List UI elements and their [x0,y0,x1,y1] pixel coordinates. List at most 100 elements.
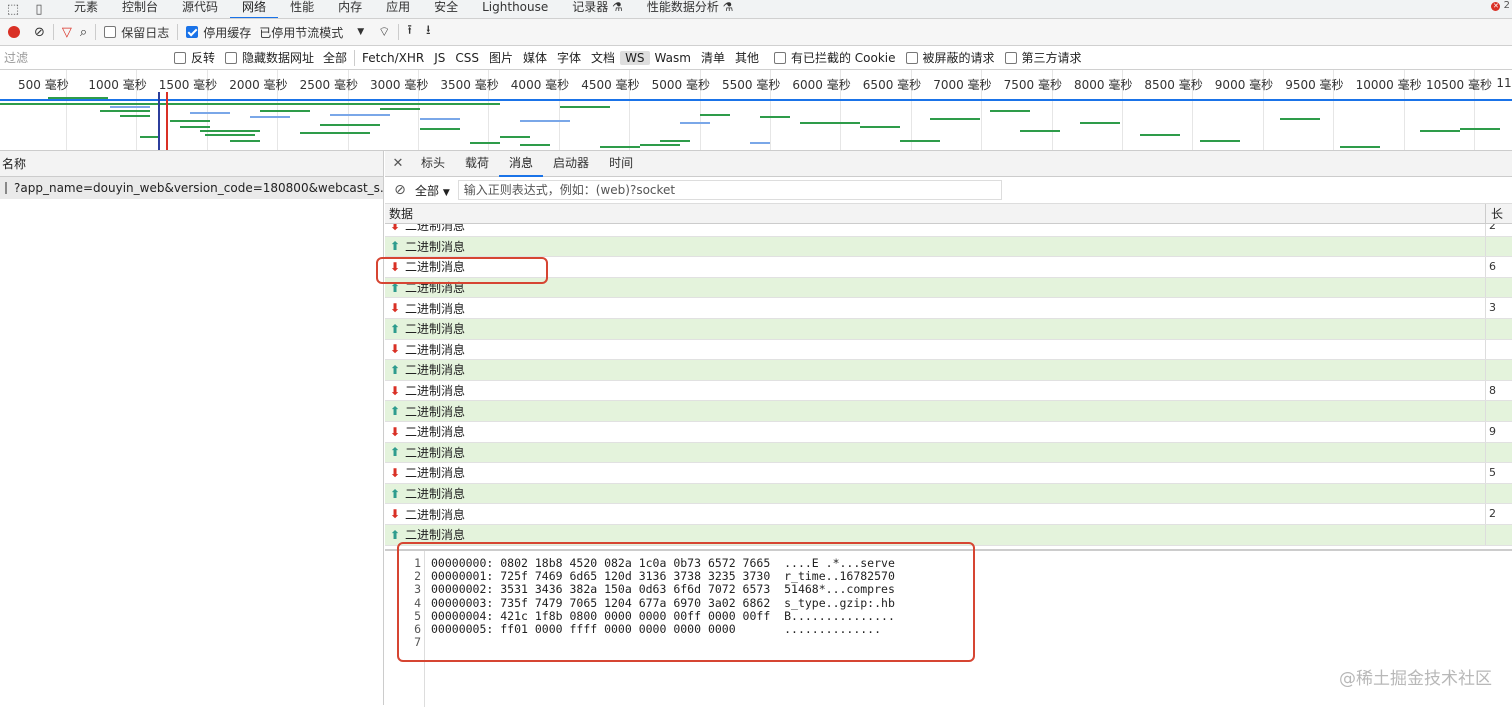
checkbox-icon [906,52,918,64]
third-party-label: 第三方请求 [1022,49,1082,66]
waterfall-bar [700,114,730,116]
tab-elements[interactable]: 元素 [62,0,110,19]
tab-application[interactable]: 应用 [374,0,422,19]
filter-type-fetch-xhr[interactable]: Fetch/XHR [357,51,429,65]
import-har-button[interactable]: ⭱ [407,21,412,43]
arrow-up-icon: ⬆ [385,528,405,542]
message-length: 8 [1485,381,1496,401]
message-row[interactable]: ⬇二进制消息8 [385,381,1512,402]
checkbox-icon [1005,52,1017,64]
filter-type-ws[interactable]: WS [620,51,649,65]
close-icon[interactable]: ✕ [385,156,411,171]
filter-type-other[interactable]: 其他 [730,49,764,66]
message-row[interactable]: ⬇二进制消息2 [385,504,1512,525]
message-row[interactable]: ⬆二进制消息 [385,237,1512,258]
inspect-element-icon[interactable]: ⬚ [0,2,26,17]
throttle-select[interactable]: 已停用节流模式▼ [259,24,364,41]
clear-button[interactable]: ⊘ [34,25,45,40]
message-row[interactable]: ⬆二进制消息 [385,401,1512,422]
device-toolbar-icon[interactable]: ▯ [26,2,52,17]
data-column-header[interactable]: 数据 [385,205,1512,222]
filter-type-all[interactable]: 全部 [318,49,352,66]
message-type-select[interactable]: 全部 ▼ [415,182,450,199]
invert-checkbox[interactable]: 反转 [174,49,215,66]
network-conditions-button[interactable]: ⌔ [378,24,390,40]
blocked-requests-checkbox[interactable]: 被屏蔽的请求 [906,49,995,66]
tab-initiator[interactable]: 启动器 [543,151,599,177]
message-row[interactable]: ⬇二进制消息 [385,340,1512,361]
message-row[interactable]: ⬇二进制消息2 [385,224,1512,237]
waterfall-bar [160,103,500,105]
filter-type-doc[interactable]: 文档 [586,49,620,66]
message-row[interactable]: ⬆二进制消息 [385,443,1512,464]
filter-type-css[interactable]: CSS [450,51,484,65]
tab-sources[interactable]: 源代码 [170,0,230,19]
export-har-button[interactable]: ⭳ [426,21,431,43]
preserve-log-checkbox[interactable]: 保留日志 [104,24,169,41]
timeline-tick-label: 9000 毫秒 [1215,76,1273,93]
message-row[interactable]: ⬆二进制消息 [385,278,1512,299]
length-column-header[interactable]: 长度 [1485,204,1512,224]
tab-recorder[interactable]: 记录器 ⚗ [560,0,635,19]
filter-type-js[interactable]: JS [429,51,450,65]
waterfall-bar [250,116,290,118]
waterfall-bar [110,106,150,108]
tab-performance-insights[interactable]: 性能数据分析 ⚗ [635,0,746,19]
messages-list[interactable]: ⬇二进制消息2⬆二进制消息⬇二进制消息6⬆二进制消息⬇二进制消息3⬆二进制消息⬇… [385,224,1512,550]
clear-messages-icon[interactable]: ⊘ [385,182,415,198]
message-row[interactable]: ⬇二进制消息5 [385,463,1512,484]
checkbox-checked-icon [186,26,198,38]
message-row[interactable]: ⬆二进制消息 [385,360,1512,381]
filter-type-media[interactable]: 媒体 [518,49,552,66]
arrow-down-icon: ⬇ [385,425,405,439]
waterfall-bar [1020,130,1060,132]
tab-console[interactable]: 控制台 [110,0,170,19]
tab-messages[interactable]: 消息 [499,151,543,177]
network-overview-timeline[interactable]: 500 毫秒1000 毫秒1500 毫秒2000 毫秒2500 毫秒3000 毫… [0,70,1512,151]
divider [177,24,178,40]
filter-type-manifest[interactable]: 清单 [696,49,730,66]
filter-type-font[interactable]: 字体 [552,49,586,66]
waterfall-bar [320,124,380,126]
request-row[interactable]: ?app_name=douyin_web&version_code=180800… [0,177,383,199]
tab-timing[interactable]: 时间 [599,151,643,177]
hide-data-urls-checkbox[interactable]: 隐藏数据网址 [225,49,314,66]
waterfall-bar [930,118,980,120]
blocked-cookies-checkbox[interactable]: 有已拦截的 Cookie [774,49,896,66]
dom-content-loaded-marker [158,92,160,151]
tab-network[interactable]: 网络 [230,0,278,19]
search-button[interactable]: ⌕ [80,25,87,40]
message-row[interactable]: ⬇二进制消息6 [385,257,1512,278]
disable-cache-checkbox[interactable]: 停用缓存 [186,24,251,41]
filter-toggle-button[interactable]: ▽ [62,25,72,40]
filter-input[interactable]: 过滤 [2,48,160,68]
tab-headers[interactable]: 标头 [411,151,455,177]
arrow-up-icon: ⬆ [385,363,405,377]
error-icon: ✕ [1491,2,1500,11]
waterfall-bar [0,103,160,105]
arrow-down-icon: ⬇ [385,224,405,233]
waterfall-bar [100,110,150,112]
tab-lighthouse[interactable]: Lighthouse [470,0,560,19]
tab-security[interactable]: 安全 [422,0,470,19]
name-column-header[interactable]: 名称 [0,151,383,177]
filter-type-img[interactable]: 图片 [484,49,518,66]
waterfall-bar [560,106,610,108]
tab-payload[interactable]: 载荷 [455,151,499,177]
record-button[interactable] [8,26,20,38]
message-row[interactable]: ⬆二进制消息 [385,484,1512,505]
message-filter-input[interactable]: 输入正则表达式，例如：(web)?socket [458,180,1002,200]
load-event-marker [166,92,168,151]
network-filter-bar: 过滤 反转 隐藏数据网址 全部 Fetch/XHR JS CSS 图片 媒体 字… [0,46,1512,70]
third-party-checkbox[interactable]: 第三方请求 [1005,49,1082,66]
message-row[interactable]: ⬇二进制消息3 [385,298,1512,319]
tab-memory[interactable]: 内存 [326,0,374,19]
waterfall-bar [600,146,640,148]
tab-performance[interactable]: 性能 [278,0,326,19]
filter-type-wasm[interactable]: Wasm [650,51,696,65]
waterfall-bar [1340,146,1380,148]
message-row[interactable]: ⬆二进制消息 [385,319,1512,340]
error-badge[interactable]: ✕ 2 [1491,0,1510,11]
message-row[interactable]: ⬇二进制消息9 [385,422,1512,443]
waterfall-bar [900,140,940,142]
